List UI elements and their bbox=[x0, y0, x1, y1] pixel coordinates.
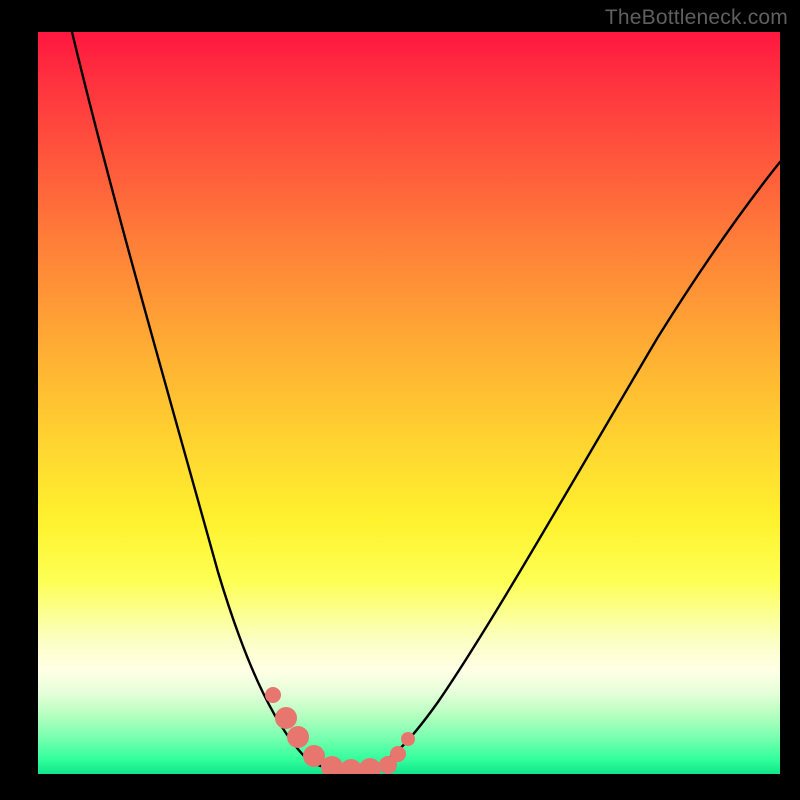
bottleneck-curve bbox=[72, 32, 780, 771]
curve-layer bbox=[38, 32, 780, 774]
plot-area bbox=[38, 32, 780, 774]
watermark-text: TheBottleneck.com bbox=[605, 6, 788, 30]
chart-frame: TheBottleneck.com bbox=[0, 0, 800, 800]
highlight-dots bbox=[265, 687, 415, 774]
